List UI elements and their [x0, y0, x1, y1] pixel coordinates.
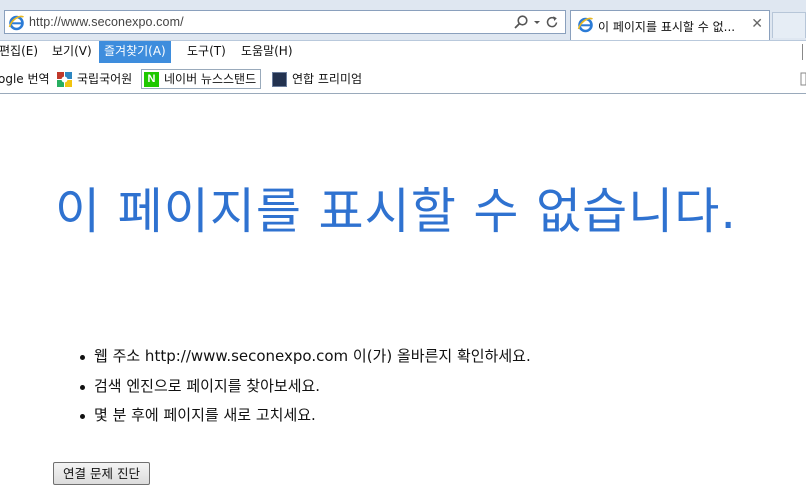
- naver-icon: N: [144, 71, 159, 87]
- menu-view[interactable]: 보기(V): [47, 41, 97, 63]
- favorite-korean-institute-label: 국립국어원: [77, 72, 133, 86]
- favorite-naver-label: 네이버 뉴스스탠드: [164, 72, 257, 86]
- browser-toolbar: http://www.seconexpo.com/ 이 페이지를 표시할 수 없…: [0, 0, 806, 40]
- menu-favorites[interactable]: 즐겨찾기(A): [99, 41, 171, 63]
- menu-tools[interactable]: 도구(T): [182, 41, 231, 63]
- favorite-yonhap-premium[interactable]: 연합 프리미엄: [272, 69, 362, 89]
- address-url[interactable]: http://www.seconexpo.com/: [29, 15, 184, 29]
- diagnose-connection-button[interactable]: 연결 문제 진단: [53, 462, 150, 485]
- tab-current[interactable]: 이 페이지를 표시할 수 없... ✕: [570, 10, 770, 40]
- suggestion-check-address: 웹 주소 http://www.seconexpo.com 이(가) 올바른지 …: [78, 342, 531, 372]
- refresh-icon[interactable]: [545, 14, 559, 30]
- close-tab-icon[interactable]: ✕: [751, 16, 763, 32]
- favorite-translate-label: ogle 번역: [0, 72, 50, 86]
- suggestion-list: 웹 주소 http://www.seconexpo.com 이(가) 올바른지 …: [78, 342, 531, 431]
- favorite-translate[interactable]: ogle 번역: [0, 69, 50, 89]
- error-title: 이 페이지를 표시할 수 없습니다.: [55, 183, 737, 240]
- suggestion-refresh: 몇 분 후에 페이지를 새로 고치세요.: [78, 401, 531, 431]
- search-icon[interactable]: [513, 14, 529, 30]
- suggestion-search-engine: 검색 엔진으로 페이지를 찾아보세요.: [78, 372, 531, 402]
- tab-title: 이 페이지를 표시할 수 없...: [598, 20, 736, 34]
- chevron-down-icon[interactable]: [533, 14, 541, 30]
- favorite-naver-newsstand[interactable]: N 네이버 뉴스스탠드: [141, 69, 262, 89]
- menu-edit[interactable]: 편집(E): [0, 41, 43, 63]
- menu-bar: 편집(E) 보기(V) 즐겨찾기(A) 도구(T) 도움말(H): [0, 40, 806, 63]
- page-content: 이 페이지를 표시할 수 없습니다. 웹 주소 http://www.secon…: [0, 94, 806, 499]
- favorite-yonhap-label: 연합 프리미엄: [292, 72, 363, 86]
- yonhap-icon: [272, 71, 287, 87]
- new-tab-button[interactable]: [772, 12, 806, 38]
- menu-help[interactable]: 도움말(H): [236, 41, 298, 63]
- korean-institute-icon: [57, 71, 72, 87]
- menubar-edge: [802, 44, 806, 60]
- ie-icon: [8, 15, 24, 31]
- address-tools: [513, 13, 559, 31]
- ie-tab-icon: [577, 17, 593, 33]
- favorites-overflow-icon[interactable]: [800, 71, 806, 87]
- favorite-korean-institute[interactable]: 국립국어원: [57, 69, 132, 89]
- address-bar[interactable]: http://www.seconexpo.com/: [4, 10, 566, 34]
- favorites-bar: ogle 번역 국립국어원 N 네이버 뉴스스탠드 연합 프리미엄: [0, 63, 806, 94]
